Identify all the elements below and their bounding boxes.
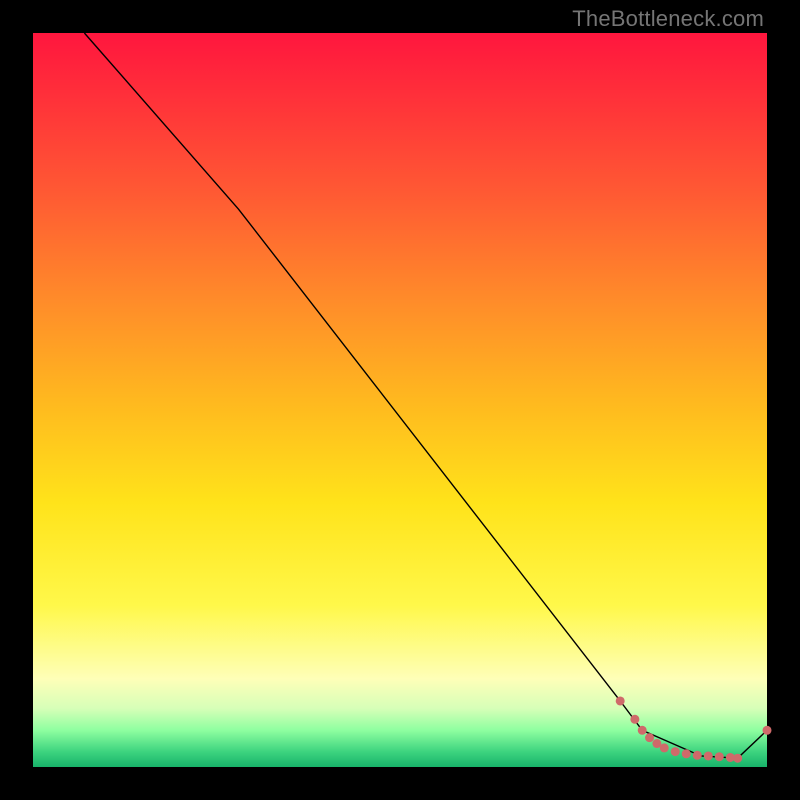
marker-point: [645, 733, 654, 742]
marker-point: [660, 743, 669, 752]
series-curve: [84, 33, 767, 758]
marker-point: [638, 726, 647, 735]
watermark-text: TheBottleneck.com: [572, 6, 764, 32]
marker-point: [704, 751, 713, 760]
marker-point: [630, 715, 639, 724]
chart-overlay: [33, 33, 767, 767]
marker-point: [682, 749, 691, 758]
marker-point: [763, 726, 772, 735]
marker-point: [671, 747, 680, 756]
series-markers: [616, 696, 772, 762]
chart-stage: TheBottleneck.com: [0, 0, 800, 800]
marker-point: [616, 696, 625, 705]
marker-point: [733, 754, 742, 763]
marker-point: [715, 752, 724, 761]
marker-point: [693, 751, 702, 760]
